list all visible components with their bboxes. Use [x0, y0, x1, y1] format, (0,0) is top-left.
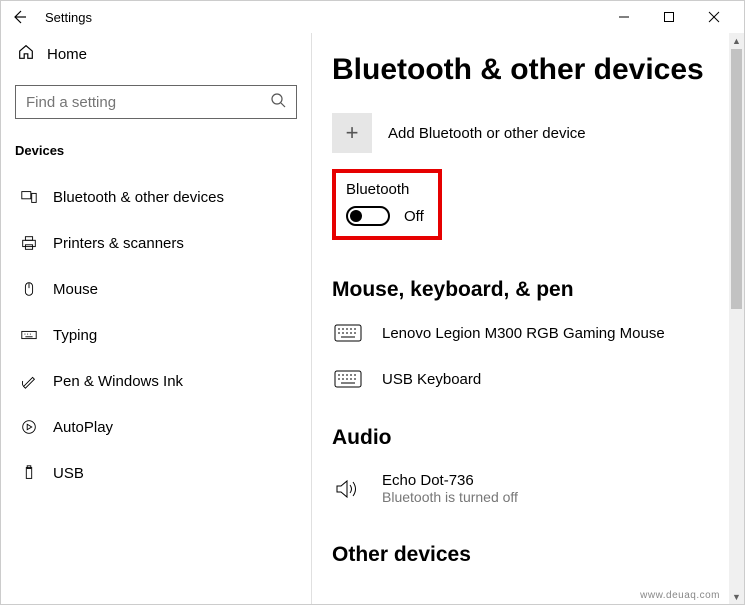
typing-icon: [19, 326, 39, 344]
toggle-knob: [350, 210, 362, 222]
nav-label: Pen & Windows Ink: [53, 373, 183, 390]
device-item[interactable]: Lenovo Legion M300 RGB Gaming Mouse: [332, 316, 732, 362]
autoplay-icon: [19, 418, 39, 436]
home-icon: [17, 43, 35, 65]
scroll-down-arrow[interactable]: ▼: [729, 589, 744, 604]
section-audio-title: Audio: [332, 426, 732, 450]
printer-icon: [19, 234, 39, 252]
sidebar-item-bluetooth[interactable]: Bluetooth & other devices: [13, 176, 299, 218]
close-button[interactable]: [691, 2, 736, 32]
pen-icon: [19, 372, 39, 390]
nav-label: USB: [53, 465, 84, 482]
usb-icon: [19, 464, 39, 482]
scroll-up-arrow[interactable]: ▲: [729, 33, 744, 48]
nav-label: AutoPlay: [53, 419, 113, 436]
search-box[interactable]: [15, 85, 297, 119]
minimize-button[interactable]: [601, 2, 646, 32]
sidebar-item-mouse[interactable]: Mouse: [13, 268, 299, 310]
main-layout: Home Devices Bluetooth & other devices P…: [1, 33, 744, 604]
nav-label: Mouse: [53, 281, 98, 298]
keyboard-icon: [332, 370, 364, 388]
bluetooth-state: Off: [404, 208, 424, 225]
nav-label: Printers & scanners: [53, 235, 184, 252]
sidebar-item-printers[interactable]: Printers & scanners: [13, 222, 299, 264]
section-mouse-keyboard-title: Mouse, keyboard, & pen: [332, 278, 732, 302]
content-scroll: Bluetooth & other devices + Add Bluetoot…: [332, 53, 744, 604]
keyboard-icon: [332, 324, 364, 342]
device-name: Lenovo Legion M300 RGB Gaming Mouse: [382, 325, 665, 342]
bluetooth-label: Bluetooth: [346, 181, 424, 198]
sidebar-item-autoplay[interactable]: AutoPlay: [13, 406, 299, 448]
home-nav[interactable]: Home: [13, 33, 299, 75]
nav-label: Typing: [53, 327, 97, 344]
device-status: Bluetooth is turned off: [382, 489, 518, 505]
bluetooth-toggle-row: Off: [346, 206, 424, 226]
watermark: www.deuaq.com: [640, 590, 720, 601]
sidebar: Home Devices Bluetooth & other devices P…: [1, 33, 311, 604]
speaker-icon: [332, 478, 364, 500]
bluetooth-toggle[interactable]: [346, 206, 390, 226]
sidebar-section-label: Devices: [13, 137, 299, 172]
window-title: Settings: [45, 10, 92, 25]
mouse-icon: [19, 280, 39, 298]
device-info: Echo Dot-736 Bluetooth is turned off: [382, 472, 518, 505]
sidebar-item-usb[interactable]: USB: [13, 452, 299, 494]
search-icon: [270, 92, 286, 113]
plus-icon: +: [332, 113, 372, 153]
bluetooth-highlight-box: Bluetooth Off: [332, 169, 442, 240]
scrollbar[interactable]: ▲ ▼: [729, 33, 744, 604]
sidebar-item-pen[interactable]: Pen & Windows Ink: [13, 360, 299, 402]
titlebar: Settings: [1, 1, 744, 33]
device-item[interactable]: Echo Dot-736 Bluetooth is turned off: [332, 464, 732, 525]
add-device-button[interactable]: + Add Bluetooth or other device: [332, 113, 732, 153]
section-other-title: Other devices: [332, 543, 732, 567]
device-name: USB Keyboard: [382, 371, 481, 388]
titlebar-left: Settings: [9, 7, 92, 27]
back-button[interactable]: [9, 7, 29, 27]
search-input[interactable]: [26, 94, 270, 111]
add-device-label: Add Bluetooth or other device: [388, 125, 586, 142]
scrollbar-thumb[interactable]: [731, 49, 742, 309]
home-label: Home: [47, 46, 87, 63]
page-title: Bluetooth & other devices: [332, 53, 732, 87]
device-name: Echo Dot-736: [382, 472, 518, 489]
device-info: USB Keyboard: [382, 371, 481, 388]
devices-icon: [19, 188, 39, 206]
content-pane: Bluetooth & other devices + Add Bluetoot…: [311, 33, 744, 604]
sidebar-item-typing[interactable]: Typing: [13, 314, 299, 356]
device-item[interactable]: USB Keyboard: [332, 362, 732, 408]
nav-label: Bluetooth & other devices: [53, 189, 224, 206]
maximize-button[interactable]: [646, 2, 691, 32]
window-controls: [601, 2, 736, 32]
device-info: Lenovo Legion M300 RGB Gaming Mouse: [382, 325, 665, 342]
